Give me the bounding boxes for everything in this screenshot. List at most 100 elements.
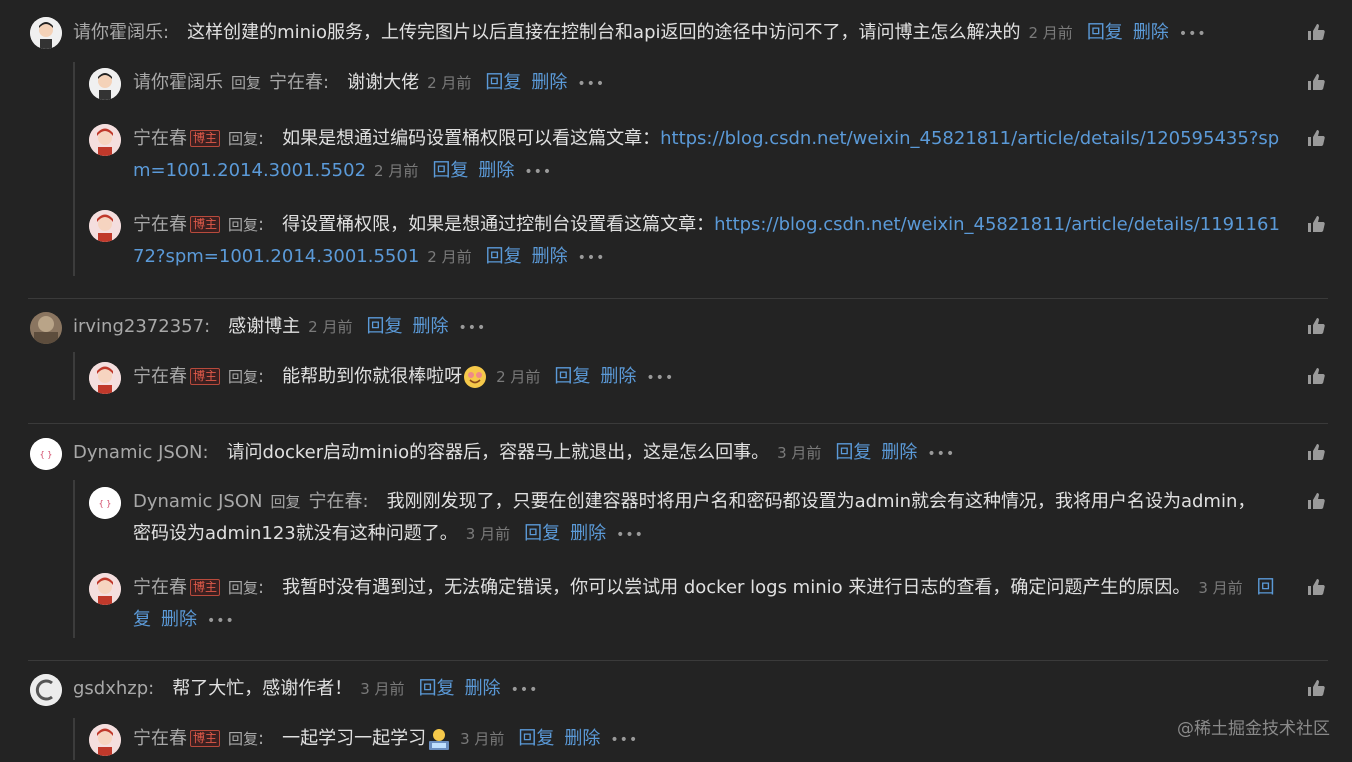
thumbs-up-icon[interactable] bbox=[1306, 72, 1326, 92]
colon: : bbox=[202, 442, 209, 463]
happy-emoji-icon bbox=[462, 364, 488, 390]
comment: gsdxhzp: 帮了大忙，感谢作者！ 3 月前 回复 删除 ••• bbox=[0, 661, 1352, 715]
username[interactable]: 宁在春 bbox=[133, 728, 187, 749]
more-options-icon[interactable]: ••• bbox=[1179, 26, 1207, 42]
more-options-icon[interactable]: ••• bbox=[207, 613, 235, 629]
thumbs-up-icon[interactable] bbox=[1306, 442, 1326, 462]
avatar[interactable] bbox=[89, 210, 121, 242]
username[interactable]: gsdxhzp bbox=[73, 678, 148, 699]
reply-button[interactable]: 回复 bbox=[1087, 22, 1123, 43]
reply: 宁在春 博主 回复: 我暂时没有遇到过，无法确定错误，你可以尝试用 docker lo… bbox=[0, 567, 1352, 643]
reply-text: 谢谢大佬 bbox=[347, 72, 420, 93]
reply-target[interactable]: 宁在春 bbox=[309, 491, 363, 512]
delete-button[interactable]: 删除 bbox=[881, 442, 917, 463]
reply-button[interactable]: 回复 bbox=[554, 366, 590, 387]
more-options-icon[interactable]: ••• bbox=[927, 446, 955, 462]
more-options-icon[interactable]: ••• bbox=[577, 76, 605, 92]
reply: 宁在春 博主 回复: 如果是想通过编码设置桶权限可以看这篇文章：https://blo… bbox=[0, 118, 1352, 194]
reply-button[interactable]: 回复 bbox=[432, 160, 468, 181]
colon: : bbox=[148, 678, 155, 699]
delete-button[interactable]: 删除 bbox=[161, 609, 197, 630]
reply-label: 回复 bbox=[228, 579, 259, 597]
delete-button[interactable]: 删除 bbox=[570, 523, 606, 544]
avatar[interactable] bbox=[89, 573, 121, 605]
avatar[interactable] bbox=[30, 674, 62, 706]
delete-button[interactable]: 删除 bbox=[564, 728, 600, 749]
reply-button[interactable]: 回复 bbox=[518, 728, 554, 749]
thumbs-up-icon[interactable] bbox=[1306, 577, 1326, 597]
reply-target[interactable]: 宁在春 bbox=[269, 72, 323, 93]
thumbs-up-icon[interactable] bbox=[1306, 491, 1326, 511]
reply: 请你霍阔乐 回复 宁在春: 谢谢大佬 2 月前 回复 删除 ••• bbox=[0, 62, 1352, 106]
username[interactable]: 宁在春 bbox=[133, 214, 187, 235]
delete-button[interactable]: 删除 bbox=[1133, 22, 1169, 43]
timestamp: 3 月前 bbox=[460, 730, 505, 748]
reply-button[interactable]: 回复 bbox=[485, 72, 521, 93]
username[interactable]: 宁在春 bbox=[133, 577, 187, 598]
comment: { } Dynamic JSON: 请问docker启动minio的容器后，容器马… bbox=[0, 424, 1352, 478]
comment-text: 帮了大忙，感谢作者！ bbox=[172, 678, 353, 699]
thumbs-up-icon[interactable] bbox=[1306, 678, 1326, 698]
thumbs-up-icon[interactable] bbox=[1306, 128, 1326, 148]
avatar[interactable] bbox=[89, 724, 121, 756]
reply-label: 回复 bbox=[228, 216, 259, 234]
thumbs-up-icon[interactable] bbox=[1306, 22, 1326, 42]
reply-button[interactable]: 回复 bbox=[486, 246, 522, 267]
reply: { } Dynamic JSON 回复 宁在春: 我刚刚发现了，只要在创建容器时将用户… bbox=[0, 481, 1352, 557]
reply: 宁在春 博主 回复: 能帮助到你就很棒啦呀 2 月前 回复 删除 ••• bbox=[0, 356, 1352, 400]
username[interactable]: 宁在春 bbox=[133, 366, 187, 387]
coder-emoji-icon bbox=[426, 726, 452, 752]
reply: 宁在春 博主 回复: 一起学习一起学习 3 月前 回复 删除 ••• bbox=[0, 718, 1352, 760]
avatar[interactable] bbox=[30, 17, 62, 49]
delete-button[interactable]: 删除 bbox=[531, 72, 567, 93]
comment-body: 请你霍阔乐: 这样创建的minio服务，上传完图片以后直接在控制台和api返回的途… bbox=[73, 17, 1273, 50]
avatar[interactable] bbox=[89, 68, 121, 100]
username[interactable]: 请你霍阔乐 bbox=[73, 22, 163, 43]
username[interactable]: 宁在春 bbox=[133, 128, 187, 149]
delete-button[interactable]: 删除 bbox=[478, 160, 514, 181]
colon: : bbox=[258, 728, 265, 749]
username[interactable]: Dynamic JSON bbox=[73, 442, 202, 463]
comment: irving2372357: 感谢博主 2 月前 回复 删除 ••• bbox=[0, 299, 1352, 349]
more-options-icon[interactable]: ••• bbox=[578, 250, 606, 266]
timestamp: 3 月前 bbox=[1198, 579, 1243, 597]
timestamp: 3 月前 bbox=[360, 680, 405, 698]
thumbs-up-icon[interactable] bbox=[1306, 366, 1326, 386]
timestamp: 3 月前 bbox=[465, 525, 511, 543]
thumbs-up-icon[interactable] bbox=[1306, 214, 1326, 234]
more-options-icon[interactable]: ••• bbox=[511, 682, 539, 698]
delete-button[interactable]: 删除 bbox=[532, 246, 568, 267]
avatar[interactable] bbox=[30, 312, 62, 344]
avatar[interactable] bbox=[89, 124, 121, 156]
reply-button[interactable]: 回复 bbox=[366, 316, 402, 337]
colon: : bbox=[323, 72, 330, 93]
avatar[interactable]: { } bbox=[89, 487, 121, 519]
delete-button[interactable]: 删除 bbox=[412, 316, 448, 337]
timestamp: 2 月前 bbox=[427, 74, 472, 92]
author-badge: 博主 bbox=[190, 579, 221, 596]
username[interactable]: irving2372357 bbox=[73, 316, 204, 337]
more-options-icon[interactable]: ••• bbox=[616, 527, 644, 543]
more-options-icon[interactable]: ••• bbox=[458, 320, 486, 336]
colon: : bbox=[258, 128, 265, 149]
avatar[interactable] bbox=[89, 362, 121, 394]
author-badge: 博主 bbox=[190, 216, 221, 233]
username[interactable]: 请你霍阔乐 bbox=[133, 72, 223, 93]
thumbs-up-icon[interactable] bbox=[1306, 316, 1326, 336]
watermark: @稀土掘金技术社区 bbox=[1177, 719, 1330, 739]
colon: : bbox=[258, 214, 265, 235]
reply-button[interactable]: 回复 bbox=[419, 678, 455, 699]
colon: : bbox=[258, 366, 265, 387]
delete-button[interactable]: 删除 bbox=[600, 366, 636, 387]
delete-button[interactable]: 删除 bbox=[465, 678, 501, 699]
colon: : bbox=[163, 22, 170, 43]
username[interactable]: Dynamic JSON bbox=[133, 491, 262, 512]
comment-text: 感谢博主 bbox=[228, 316, 301, 337]
reply-button[interactable]: 回复 bbox=[835, 442, 871, 463]
more-options-icon[interactable]: ••• bbox=[610, 732, 638, 748]
more-options-icon[interactable]: ••• bbox=[646, 370, 674, 386]
reply-button[interactable]: 回复 bbox=[524, 523, 560, 544]
avatar[interactable]: { } bbox=[30, 438, 62, 470]
more-options-icon[interactable]: ••• bbox=[524, 164, 552, 180]
reply-text: 得设置桶权限，如果是想通过控制台设置看这篇文章： bbox=[282, 214, 715, 235]
